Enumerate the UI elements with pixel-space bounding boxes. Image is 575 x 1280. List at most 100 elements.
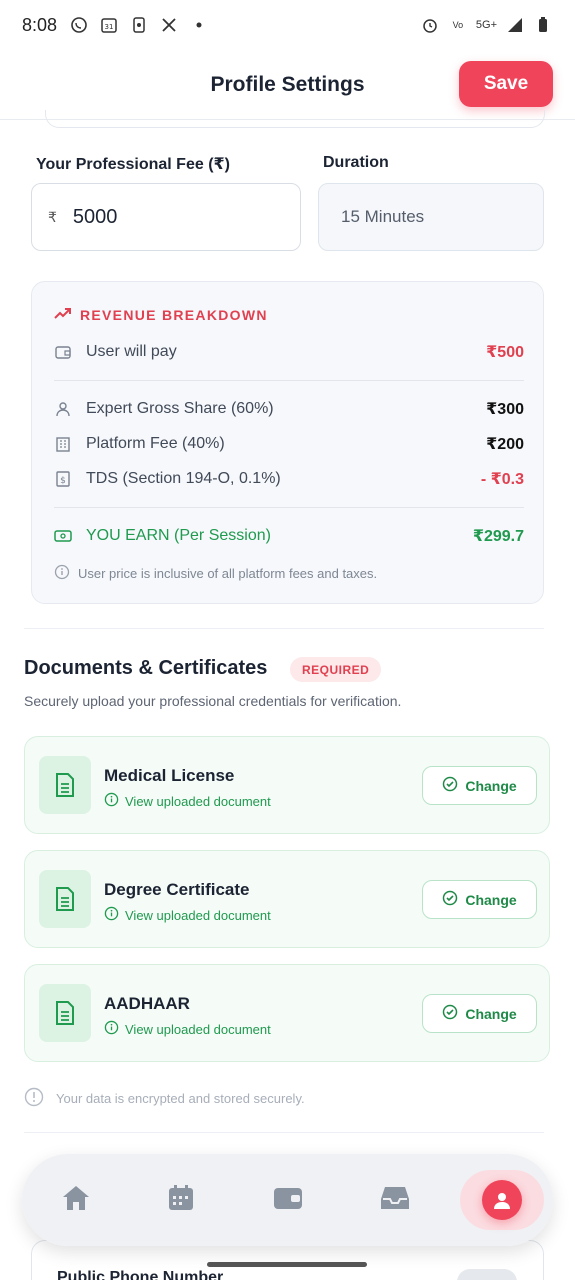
save-button[interactable]: Save: [459, 61, 553, 107]
revenue-note: User price is inclusive of all platform …: [54, 564, 377, 583]
documents-subtitle: Securely upload your professional creden…: [24, 693, 402, 709]
section-divider: [24, 628, 544, 629]
inbox-icon: [380, 1185, 410, 1216]
document-icon: [39, 984, 91, 1042]
view-document-link[interactable]: View uploaded document: [104, 906, 271, 924]
secure-note: Your data is encrypted and stored secure…: [24, 1087, 305, 1110]
home-icon: [61, 1184, 91, 1217]
document-card-medical-license: Medical License View uploaded document C…: [24, 736, 550, 834]
x-icon: [159, 15, 179, 35]
change-button[interactable]: Change: [422, 994, 537, 1033]
network-type: 5G+: [475, 19, 497, 31]
documents-title: Documents & Certificates: [24, 657, 268, 679]
info-icon: [104, 906, 119, 924]
document-icon: [39, 870, 91, 928]
system-status: Vo 5G+: [420, 15, 553, 35]
earn-label: YOU EARN (Per Session): [86, 527, 271, 544]
building-icon: [54, 435, 72, 453]
status-bar: 8:08 31 Vo 5G+: [0, 0, 575, 50]
previous-card-edge: [45, 110, 545, 128]
fee-label: Your Professional Fee (₹): [36, 156, 230, 173]
document-icon: [39, 756, 91, 814]
profile-icon: [482, 1180, 522, 1220]
user-icon: [54, 400, 72, 418]
view-document-text[interactable]: View uploaded document: [125, 1022, 271, 1037]
change-button[interactable]: Change: [422, 880, 537, 919]
change-label[interactable]: Change: [465, 778, 516, 794]
wallet-icon: [54, 343, 72, 361]
nav-calendar[interactable]: [159, 1178, 203, 1222]
section-divider: [24, 1132, 544, 1133]
receipt-icon: $: [54, 470, 72, 488]
rupee-icon: ₹: [48, 208, 57, 225]
home-indicator[interactable]: [207, 1262, 367, 1267]
nav-inbox[interactable]: [373, 1178, 417, 1222]
change-label[interactable]: Change: [465, 1006, 516, 1022]
alert-circle-icon: [24, 1087, 44, 1110]
info-icon: [54, 564, 70, 583]
expert-share-value: ₹300: [486, 401, 524, 418]
trending-up-icon: [54, 306, 72, 323]
wallet-icon: [273, 1185, 303, 1216]
tds-value: - ₹0.3: [480, 471, 524, 488]
info-icon: [104, 792, 119, 810]
svg-text:31: 31: [105, 23, 114, 31]
secure-note-text: Your data is encrypted and stored secure…: [56, 1091, 305, 1106]
nav-home[interactable]: [54, 1178, 98, 1222]
duration-field: 15 Minutes: [318, 183, 544, 251]
change-label[interactable]: Change: [465, 892, 516, 908]
status-time: 8:08: [22, 14, 58, 35]
page-title: Profile Settings: [210, 72, 365, 96]
document-card-degree-certificate: Degree Certificate View uploaded documen…: [24, 850, 550, 948]
svg-text:$: $: [60, 476, 66, 486]
signal-icon: [505, 15, 525, 35]
view-document-link[interactable]: View uploaded document: [104, 1020, 271, 1038]
fee-value[interactable]: 5000: [73, 206, 118, 229]
platform-fee-row: Platform Fee (40%) ₹200: [54, 434, 524, 454]
check-circle-icon: [442, 776, 458, 795]
document-name: Medical License: [104, 766, 235, 785]
user-pays-label: User will pay: [86, 343, 177, 360]
expert-share-row: Expert Gross Share (60%) ₹300: [54, 399, 524, 419]
duration-label: Duration: [323, 154, 389, 171]
tds-label: TDS (Section 194-O, 0.1%): [86, 470, 281, 487]
phone-settings-card: Public Phone Number: [31, 1240, 544, 1280]
revenue-title-text: REVENUE BREAKDOWN: [80, 306, 268, 323]
change-button[interactable]: Change: [422, 766, 537, 805]
platform-fee-value: ₹200: [486, 436, 524, 453]
tds-row: $ TDS (Section 194-O, 0.1%) - ₹0.3: [54, 469, 524, 489]
revenue-title: REVENUE BREAKDOWN: [54, 306, 268, 323]
whatsapp-icon: [69, 15, 89, 35]
revenue-note-text: User price is inclusive of all platform …: [78, 566, 378, 581]
calendar-icon: [167, 1184, 195, 1217]
divider: [54, 380, 524, 381]
view-document-link[interactable]: View uploaded document: [104, 792, 271, 810]
document-name: Degree Certificate: [104, 880, 250, 899]
cash-icon: [54, 527, 72, 545]
view-document-text[interactable]: View uploaded document: [125, 908, 271, 923]
revenue-breakdown-card: REVENUE BREAKDOWN User will pay ₹500 Exp…: [31, 281, 544, 604]
nav-profile[interactable]: [460, 1170, 544, 1230]
volte-icon: Vo: [452, 20, 464, 30]
app-icon: [129, 15, 149, 35]
dot-icon: [189, 15, 209, 35]
phone-visibility-toggle[interactable]: [457, 1269, 517, 1280]
check-circle-icon: [442, 890, 458, 909]
document-name: AADHAAR: [104, 994, 190, 1013]
divider: [54, 507, 524, 508]
duration-value: 15 Minutes: [341, 207, 425, 226]
calendar-icon: 31: [99, 15, 119, 35]
info-icon: [104, 1020, 119, 1038]
fee-input[interactable]: ₹ 5000: [31, 183, 301, 251]
nav-wallet[interactable]: [266, 1178, 310, 1222]
alarm-icon: [420, 15, 440, 35]
user-pays-value: ₹500: [486, 344, 524, 361]
document-card-aadhaar: AADHAAR View uploaded document Change: [24, 964, 550, 1062]
platform-fee-label: Platform Fee (40%): [86, 435, 225, 452]
phone-label: Public Phone Number: [57, 1269, 224, 1280]
notification-icons: 31: [69, 15, 209, 35]
earn-value: ₹299.7: [472, 528, 524, 545]
battery-icon: [533, 15, 553, 35]
user-pays-row: User will pay ₹500: [54, 342, 524, 362]
view-document-text[interactable]: View uploaded document: [125, 794, 271, 809]
